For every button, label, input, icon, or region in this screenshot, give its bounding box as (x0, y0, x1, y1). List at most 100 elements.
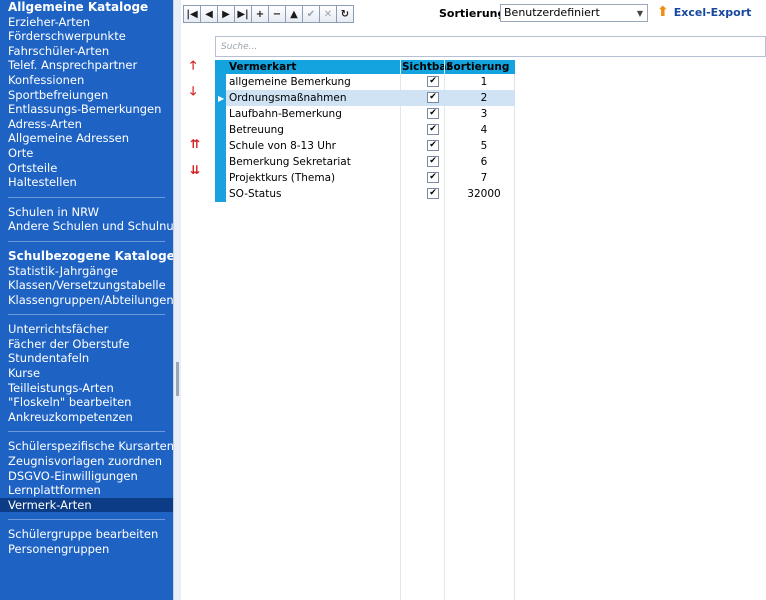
next-record-button[interactable]: ▶ (217, 5, 235, 23)
sidebar-section-header: Schulbezogene Kataloge (8, 248, 173, 263)
insert-record-button[interactable]: + (251, 5, 269, 23)
sidebar-item[interactable]: Vermerk-Arten (0, 497, 173, 513)
cell-vermerkart[interactable]: allgemeine Bemerkung (229, 76, 351, 88)
prev-record-button[interactable]: ◀ (200, 5, 218, 23)
record-navigator: |◀ ◀ ▶ ▶| + − ▲ ✔ ✕ ↻ (183, 5, 354, 23)
cell-vermerkart[interactable]: SO-Status (229, 188, 281, 200)
chevron-down-icon: ▼ (636, 9, 643, 18)
cell-vermerkart[interactable]: Ordnungsmaßnahmen (229, 92, 347, 104)
vermerkarten-grid: Vermerkart Sichtbar Sortierung allgemein… (215, 60, 515, 600)
cell-sortierung[interactable]: 5 (457, 140, 511, 152)
grid-header: Vermerkart Sichtbar Sortierung (215, 60, 515, 74)
sidebar-item[interactable]: Unterrichtsfächer (0, 322, 173, 337)
table-row[interactable]: Projektkurs (Thema) ✔ 7 (226, 170, 515, 186)
move-up-icon[interactable]: 🡑 (190, 56, 196, 77)
checkbox-sichtbar[interactable]: ✔ (427, 124, 439, 135)
sidebar-item[interactable]: Ortsteile (0, 161, 173, 176)
sidebar-item[interactable]: Klassen/Versetzungstabelle (0, 278, 173, 293)
sidebar-item[interactable]: Entlassungs-Bemerkungen (0, 102, 173, 117)
post-edit-button[interactable]: ✔ (302, 5, 320, 23)
cell-vermerkart[interactable]: Projektkurs (Thema) (229, 172, 335, 184)
sidebar-item[interactable]: Orte (0, 146, 173, 161)
toolbar: |◀ ◀ ▶ ▶| + − ▲ ✔ ✕ ↻ Sortierung Benutze… (181, 0, 766, 27)
sidebar-item[interactable]: Teilleistungs-Arten (0, 381, 173, 396)
splitter[interactable] (173, 0, 181, 600)
cell-sortierung[interactable]: 3 (457, 108, 511, 120)
move-down-icon[interactable]: 🡓 (190, 82, 196, 103)
checkbox-sichtbar[interactable]: ✔ (427, 188, 439, 199)
table-row[interactable]: Schule von 8-13 Uhr ✔ 5 (226, 138, 515, 154)
search-input[interactable]: Suche... (215, 36, 766, 57)
cell-sortierung[interactable]: 1 (457, 76, 511, 88)
cell-sortierung[interactable]: 2 (457, 92, 511, 104)
first-record-button[interactable]: |◀ (183, 5, 201, 23)
cell-sortierung[interactable]: 4 (457, 124, 511, 136)
cell-vermerkart[interactable]: Laufbahn-Bemerkung (229, 108, 342, 120)
sidebar-item[interactable]: DSGVO-Einwilligungen (0, 469, 173, 484)
current-row-icon: ▶ (218, 94, 225, 103)
cell-vermerkart[interactable]: Betreuung (229, 124, 284, 136)
sidebar-separator (8, 314, 165, 316)
sidebar-item[interactable]: Adress-Arten (0, 117, 173, 132)
sidebar-item[interactable]: "Floskeln" bearbeiten (0, 395, 173, 410)
table-row[interactable]: allgemeine Bemerkung ✔ 1 (226, 74, 515, 90)
table-row[interactable]: Laufbahn-Bemerkung ✔ 3 (226, 106, 515, 122)
sidebar-item[interactable]: Erzieher-Arten (0, 15, 173, 30)
table-row[interactable]: SO-Status ✔ 32000 (226, 186, 515, 202)
table-row[interactable]: Betreuung ✔ 4 (226, 122, 515, 138)
sidebar-item[interactable]: Personengruppen (0, 542, 173, 557)
cell-vermerkart[interactable]: Bemerkung Sekretariat (229, 156, 351, 168)
sidebar-item[interactable]: Telef. Ansprechpartner (0, 58, 173, 73)
column-header-sortierung[interactable]: Sortierung (446, 61, 509, 73)
edit-record-button[interactable]: ▲ (285, 5, 303, 23)
sidebar-item[interactable]: Fächer der Oberstufe (0, 337, 173, 352)
sidebar-item[interactable]: Haltestellen (0, 175, 173, 190)
sort-select-value: Benutzerdefiniert (504, 6, 600, 19)
sidebar-separator (8, 196, 165, 198)
sort-label: Sortierung (439, 7, 506, 20)
sidebar-item[interactable]: Schülerspezifische Kursarten (0, 439, 173, 454)
checkbox-sichtbar[interactable]: ✔ (427, 108, 439, 119)
sidebar-item[interactable]: Klassengruppen/Abteilungen (0, 293, 173, 308)
sidebar-item[interactable]: Andere Schulen und Schulnummern (0, 219, 173, 234)
checkbox-sichtbar[interactable]: ✔ (427, 76, 439, 87)
sidebar-item[interactable]: Konfessionen (0, 73, 173, 88)
sidebar-item[interactable]: Lernplattformen (0, 483, 173, 498)
sidebar-item[interactable]: Zeugnisvorlagen zuordnen (0, 454, 173, 469)
refresh-button[interactable]: ↻ (336, 5, 354, 23)
excel-export-button[interactable]: ⬆ Excel-Export (657, 4, 751, 20)
sidebar-separator (8, 431, 165, 433)
sidebar-item[interactable]: Allgemeine Adressen (0, 131, 173, 146)
cell-sortierung[interactable]: 32000 (457, 188, 511, 200)
table-row[interactable]: Ordnungsmaßnahmen ✔ 2 (226, 90, 515, 106)
sidebar-item[interactable]: Schülergruppe bearbeiten (0, 527, 173, 542)
sidebar-item[interactable]: Fahrschüler-Arten (0, 44, 173, 59)
excel-export-label: Excel-Export (673, 5, 752, 19)
sidebar: Allgemeine Kataloge Erzieher-Arten Förders… (0, 0, 173, 600)
sidebar-item[interactable]: Ankreuzkompetenzen (0, 410, 173, 425)
last-record-button[interactable]: ▶| (234, 5, 252, 23)
checkbox-sichtbar[interactable]: ✔ (427, 92, 439, 103)
sort-select[interactable]: Benutzerdefiniert ▼ (500, 4, 648, 22)
sidebar-item[interactable]: Förderschwerpunkte (0, 29, 173, 44)
table-row[interactable]: Bemerkung Sekretariat ✔ 6 (226, 154, 515, 170)
cell-sortierung[interactable]: 7 (457, 172, 511, 184)
cancel-edit-button[interactable]: ✕ (319, 5, 337, 23)
splitter-grip[interactable] (176, 362, 179, 396)
export-up-icon: ⬆ (657, 4, 669, 20)
sidebar-item[interactable]: Kurse (0, 366, 173, 381)
move-bottom-icon[interactable]: ⇊ (190, 163, 200, 177)
checkbox-sichtbar[interactable]: ✔ (427, 140, 439, 151)
move-top-icon[interactable]: ⇈ (190, 137, 200, 151)
column-header-vermerkart[interactable]: Vermerkart (229, 61, 296, 73)
sidebar-item[interactable]: Stundentafeln (0, 351, 173, 366)
sidebar-item[interactable]: Statistik-Jahrgänge (0, 264, 173, 279)
sidebar-separator (8, 240, 165, 242)
sidebar-item[interactable]: Schulen in NRW (0, 205, 173, 220)
checkbox-sichtbar[interactable]: ✔ (427, 156, 439, 167)
cell-vermerkart[interactable]: Schule von 8-13 Uhr (229, 140, 336, 152)
delete-record-button[interactable]: − (268, 5, 286, 23)
cell-sortierung[interactable]: 6 (457, 156, 511, 168)
checkbox-sichtbar[interactable]: ✔ (427, 172, 439, 183)
sidebar-item[interactable]: Sportbefreiungen (0, 88, 173, 103)
